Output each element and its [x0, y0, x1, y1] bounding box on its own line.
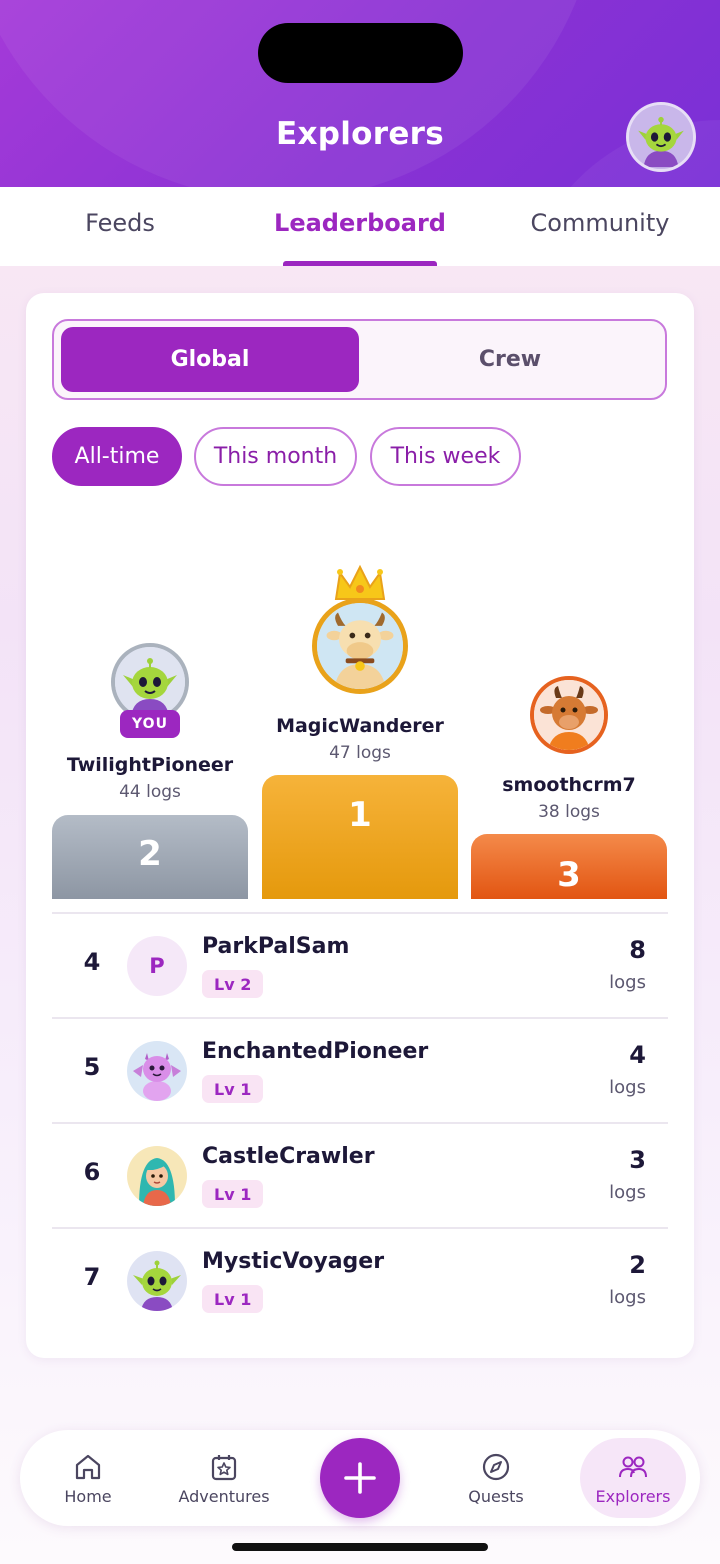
nav-adventures[interactable]: Adventures [170, 1430, 278, 1526]
table-row[interactable]: 5 EnchantedPioneer Lv 1 4 logs [52, 1017, 668, 1122]
tab-community[interactable]: Community [500, 209, 700, 237]
row-rank: 6 [83, 1158, 101, 1186]
leaderboard-card: Global Crew All-time This month This wee… [26, 293, 694, 1358]
active-tab-indicator [283, 261, 437, 266]
row-username: EnchantedPioneer [202, 1039, 429, 1064]
people-icon [619, 1456, 647, 1477]
podium-second-logs: 44 logs [119, 782, 181, 802]
podium-second-name: TwilightPioneer [66, 754, 234, 776]
table-row[interactable]: 7 MysticVoyager Lv 1 2 logs [52, 1227, 668, 1332]
row-log-count: 2 [629, 1251, 646, 1279]
row-log-unit: logs [609, 1287, 646, 1308]
table-row[interactable]: 4 P ParkPalSam Lv 2 8 logs [52, 912, 668, 1017]
dragon-avatar-icon [127, 1041, 187, 1101]
row-log-count: 3 [629, 1146, 646, 1174]
bottom-nav-bar: Home Adventures Quests Explorers [20, 1430, 700, 1526]
podium-second-block: 2 [52, 815, 248, 899]
scope-global-button[interactable]: Global [61, 327, 359, 392]
avatar: P [127, 936, 187, 996]
row-rank: 7 [83, 1263, 101, 1291]
podium-third-name: smoothcrm7 [502, 774, 636, 796]
cow-avatar-icon [317, 603, 403, 689]
row-username: CastleCrawler [202, 1144, 375, 1169]
podium-first-block: 1 [262, 775, 458, 899]
page-title: Explorers [275, 116, 445, 152]
avatar [127, 1041, 187, 1101]
girl-avatar-icon [127, 1146, 187, 1206]
row-log-unit: logs [609, 1077, 646, 1098]
podium-third-block: 3 [471, 834, 667, 899]
podium-first-logs: 47 logs [329, 743, 391, 763]
avatar [127, 1146, 187, 1206]
nav-quests[interactable]: Quests [450, 1430, 542, 1526]
top-tab-bar: Feeds Leaderboard Community [0, 187, 720, 266]
podium-first-avatar[interactable] [312, 598, 408, 694]
nav-home[interactable]: Home [42, 1430, 134, 1526]
podium-third-avatar[interactable] [530, 676, 608, 754]
scope-toggle: Global Crew [52, 319, 667, 400]
scope-crew-button[interactable]: Crew [361, 327, 659, 392]
level-badge: Lv 1 [202, 1180, 264, 1208]
alien-avatar-icon [127, 1251, 187, 1311]
compass-icon [482, 1453, 510, 1480]
row-log-count: 4 [629, 1041, 646, 1069]
calendar-star-icon [211, 1454, 237, 1480]
you-badge: YOU [120, 710, 180, 738]
alien-avatar-icon [115, 647, 185, 717]
dynamic-island [258, 23, 463, 83]
row-username: ParkPalSam [202, 934, 350, 959]
row-log-unit: logs [609, 1182, 646, 1203]
filter-all-time[interactable]: All-time [52, 427, 182, 486]
podium-third-logs: 38 logs [538, 802, 600, 822]
filter-this-month[interactable]: This month [194, 427, 357, 486]
row-rank: 4 [83, 948, 101, 976]
row-rank: 5 [83, 1053, 101, 1081]
level-badge: Lv 1 [202, 1285, 264, 1313]
tab-leaderboard[interactable]: Leaderboard [260, 209, 460, 237]
row-log-unit: logs [609, 972, 646, 993]
goat-avatar-icon [534, 680, 604, 750]
nav-quests-label: Quests [468, 1486, 524, 1506]
nav-adventures-label: Adventures [178, 1486, 270, 1506]
plus-icon [344, 1462, 376, 1494]
nav-home-label: Home [64, 1486, 112, 1506]
tab-feeds[interactable]: Feeds [20, 209, 220, 237]
row-log-count: 8 [629, 936, 646, 964]
row-username: MysticVoyager [202, 1249, 385, 1274]
nav-explorers[interactable]: Explorers [580, 1430, 686, 1526]
home-indicator [232, 1543, 488, 1551]
avatar [127, 1251, 187, 1311]
app-header: Explorers [0, 0, 720, 187]
home-icon [75, 1454, 101, 1479]
nav-explorers-label: Explorers [595, 1486, 671, 1506]
podium-first-name: MagicWanderer [276, 715, 444, 737]
add-log-button[interactable] [320, 1438, 400, 1518]
level-badge: Lv 1 [202, 1075, 264, 1103]
table-row[interactable]: 6 CastleCrawler Lv 1 3 logs [52, 1122, 668, 1227]
alien-avatar-icon [629, 105, 693, 169]
filter-this-week[interactable]: This week [370, 427, 521, 486]
profile-avatar[interactable] [626, 102, 696, 172]
level-badge: Lv 2 [202, 970, 264, 998]
